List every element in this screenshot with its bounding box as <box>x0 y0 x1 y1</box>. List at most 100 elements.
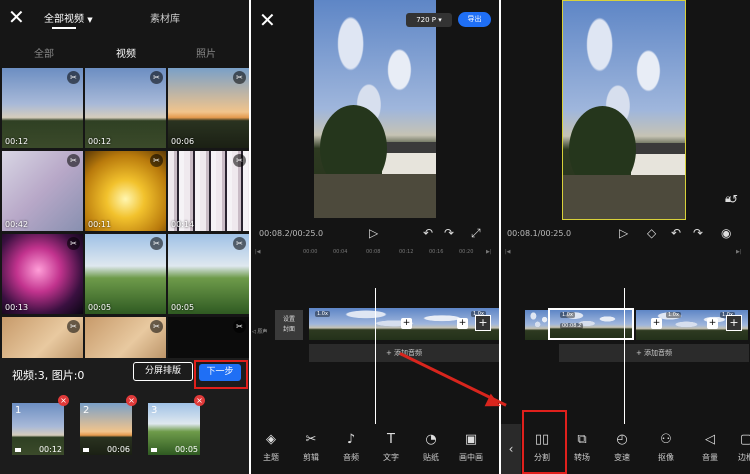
cutout-icon: ⚇ <box>660 432 672 447</box>
add-transition-icon[interactable]: + <box>401 318 412 329</box>
timeline-ruler: |◀ 00:00 00:04 00:08 00:12 00:16 00:20 ▶… <box>251 249 499 259</box>
add-clip-icon[interactable]: + <box>475 315 491 331</box>
media-item[interactable]: ✂ 00:05 <box>168 234 249 314</box>
tool-label: 转场 <box>574 453 590 462</box>
scissors-icon[interactable]: ✂ <box>233 237 246 250</box>
selected-clip[interactable]: 1.0x 00:08.2 <box>548 308 634 340</box>
media-item[interactable]: ✂ 00:12 <box>2 68 83 148</box>
filter-photo[interactable]: 照片 <box>196 45 216 60</box>
tool-cutout[interactable]: ⚇ 抠像 <box>649 432 683 463</box>
tool-sticker[interactable]: ◔ 贴纸 <box>414 432 448 463</box>
lock-icon[interactable]: 🔒︎ <box>725 192 731 206</box>
tool-audio[interactable]: ♪ 音频 <box>334 432 368 463</box>
ruler-tick: 00:12 <box>399 249 414 255</box>
media-item[interactable]: ✂ 00:42 <box>2 151 83 231</box>
scissors-icon[interactable]: ✂ <box>150 320 163 333</box>
highlight-split-box <box>522 410 567 474</box>
volume-icon: ◁ <box>705 432 715 447</box>
skip-start-icon[interactable]: |◀ <box>505 249 511 255</box>
playback-time: 00:08.1/00:25.0 <box>507 229 572 238</box>
set-cover-button[interactable]: 设置 封面 <box>275 310 303 340</box>
remove-icon[interactable]: × <box>58 395 69 406</box>
clip-time-label: 00:08.2 <box>560 323 584 329</box>
add-clip-icon[interactable]: + <box>726 315 742 331</box>
mute-icon[interactable]: ◁ 原声 <box>252 328 267 335</box>
resolution-selector[interactable]: 720 P ▾ <box>406 13 452 27</box>
video-icon <box>15 448 21 452</box>
tool-text[interactable]: T 文字 <box>374 432 408 463</box>
skip-start-icon[interactable]: |◀ <box>255 249 261 255</box>
skip-end-icon[interactable]: ▶| <box>736 249 742 255</box>
media-item[interactable]: ✂ 00:13 <box>2 234 83 314</box>
tool-pip[interactable]: ▣ 画中画 <box>454 432 488 463</box>
tab-all-videos[interactable]: 全部视频 ▼ <box>44 10 93 25</box>
scissors-icon[interactable]: ✂ <box>67 237 80 250</box>
set-cover-label: 设置 封面 <box>282 316 295 333</box>
selected-thumb-1[interactable]: 1 00:12 <box>12 403 64 455</box>
scissors-icon[interactable]: ✂ <box>150 154 163 167</box>
tool-transition[interactable]: ⧉ 转场 <box>565 432 599 463</box>
skip-end-icon[interactable]: ▶| <box>486 249 492 255</box>
media-picker-panel: ✕ 全部视频 ▼ 素材库 全部 视频 照片 ✂ 00:12 ✂ 00:12 ✂ 00:06… <box>0 0 249 474</box>
thumb-duration: 00:05 <box>174 445 198 454</box>
tool-theme[interactable]: ◈ 主题 <box>254 432 288 463</box>
play-icon[interactable]: ▷ <box>369 226 378 240</box>
video-icon <box>151 448 157 452</box>
thumb-number: 3 <box>151 405 158 416</box>
media-item[interactable]: ✂ 00:06 <box>168 68 249 148</box>
media-duration: 00:13 <box>5 303 29 312</box>
undo-icon[interactable]: ↶ <box>423 226 433 240</box>
close-icon[interactable]: ✕ <box>8 7 25 27</box>
ground <box>563 175 685 219</box>
play-icon[interactable]: ▷ <box>619 226 628 240</box>
media-item[interactable]: ✂ 00:12 <box>85 68 166 148</box>
scissors-icon[interactable]: ✂ <box>150 71 163 84</box>
selected-thumb-3[interactable]: 3 00:05 <box>148 403 200 455</box>
next-step-button[interactable]: 下一步 <box>199 364 241 381</box>
media-item[interactable]: ✂ 00:11 <box>85 151 166 231</box>
back-icon[interactable]: ‹ <box>501 424 521 474</box>
media-duration: 00:06 <box>171 137 195 146</box>
playhead[interactable] <box>624 288 625 426</box>
add-transition-icon[interactable]: + <box>651 318 662 329</box>
tool-label: 变速 <box>614 453 630 462</box>
keyframe-icon[interactable]: ◇ <box>647 226 656 240</box>
redo-icon[interactable]: ↷ <box>444 226 454 240</box>
tool-cut[interactable]: ✂ 剪辑 <box>294 432 328 463</box>
media-item[interactable]: ✂ 00:05 <box>85 234 166 314</box>
split-layout-button[interactable]: 分屏排版 <box>133 362 193 381</box>
undo-icon[interactable]: ↶ <box>671 226 681 240</box>
add-transition-icon[interactable]: + <box>457 318 468 329</box>
filter-video[interactable]: 视频 <box>116 45 136 60</box>
tool-border[interactable]: ▢ 边框 <box>729 432 750 463</box>
eye-icon[interactable]: ◉ <box>721 226 731 240</box>
close-icon[interactable]: ✕ <box>259 10 276 30</box>
speed-label: 1.0x <box>315 311 330 317</box>
export-button[interactable]: 导出 <box>458 12 491 27</box>
video-preview[interactable] <box>562 0 686 220</box>
scissors-icon[interactable]: ✂ <box>233 71 246 84</box>
scissors-icon[interactable]: ✂ <box>150 237 163 250</box>
add-audio-button[interactable]: + 添加音频 <box>559 344 749 362</box>
fullscreen-icon[interactable]: ⤢ <box>471 226 481 241</box>
remove-icon[interactable]: × <box>126 395 137 406</box>
scissors-icon[interactable]: ✂ <box>67 320 80 333</box>
filter-all[interactable]: 全部 <box>34 45 54 60</box>
video-preview[interactable] <box>314 0 436 218</box>
playhead[interactable] <box>375 288 376 426</box>
tab-material-library[interactable]: 素材库 <box>150 10 180 25</box>
scissors-icon[interactable]: ✂ <box>233 154 246 167</box>
border-icon: ▢ <box>739 432 750 447</box>
redo-icon[interactable]: ↷ <box>693 226 703 240</box>
add-transition-icon[interactable]: + <box>707 318 718 329</box>
scissors-icon[interactable]: ✂ <box>67 71 80 84</box>
selected-thumb-2[interactable]: 2 00:06 <box>80 403 132 455</box>
tool-speed[interactable]: ◴ 变速 <box>605 432 639 463</box>
clip-edit-panel: ↺ 🔒︎ 00:08.1/00:25.0 ▷ ◇ ↶ ↷ ◉ |◀ ▶| 1.0… <box>501 0 750 474</box>
tool-volume[interactable]: ◁ 音量 <box>693 432 727 463</box>
remove-icon[interactable]: × <box>194 395 205 406</box>
scissors-icon[interactable]: ✂ <box>67 154 80 167</box>
thumb-duration: 00:06 <box>106 445 130 454</box>
scissors-icon[interactable]: ✂ <box>233 320 246 333</box>
media-item[interactable]: ✂ 00:14 <box>168 151 249 231</box>
